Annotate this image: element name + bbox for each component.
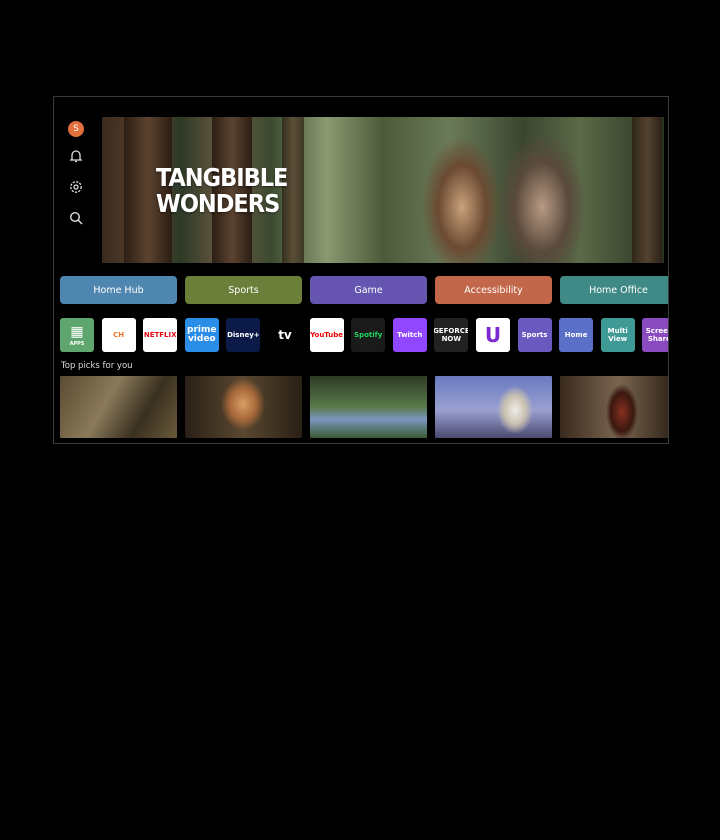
app-spotify[interactable]: Spotify <box>351 318 386 352</box>
section-title: Top picks for you <box>61 361 133 371</box>
content-thumbnail[interactable] <box>60 376 177 438</box>
app-label: Disney+ <box>227 331 260 339</box>
app-label: Spotify <box>354 331 383 339</box>
app-disney-[interactable]: Disney+ <box>226 318 261 352</box>
app-label: Twitch <box>397 331 423 339</box>
app-label: Home <box>564 331 588 339</box>
app-label: tv <box>278 328 292 342</box>
category-accessibility[interactable]: Accessibility <box>435 276 552 304</box>
app-prime-video[interactable]: prime video <box>184 318 219 352</box>
app-label: U <box>484 323 502 347</box>
app-home[interactable]: Home <box>559 318 594 352</box>
bell-icon[interactable] <box>68 148 84 164</box>
banner-title: TANGBIBLE WONDERS <box>156 163 288 218</box>
app-row: ▦ APPS CH NETFLIX prime video Disney+ tv YouTub… <box>60 318 669 352</box>
category-home-hub[interactable]: Home Hub <box>60 276 177 304</box>
gear-icon[interactable] <box>68 179 84 195</box>
app-label: Sports <box>521 331 548 339</box>
app-youtube[interactable]: YouTube <box>309 318 344 352</box>
top-picks-row <box>60 376 668 438</box>
content-thumbnail[interactable] <box>185 376 302 438</box>
app-netflix[interactable]: NETFLIX <box>143 318 178 352</box>
category-sports[interactable]: Sports <box>185 276 302 304</box>
grid-icon: ▦ <box>70 324 84 340</box>
app-label: Screen Share <box>645 327 669 343</box>
content-thumbnail[interactable] <box>560 376 668 438</box>
app-u[interactable]: U <box>475 318 510 352</box>
app-apps[interactable]: ▦ APPS <box>60 318 94 352</box>
content-thumbnail[interactable] <box>435 376 552 438</box>
content-thumbnail[interactable] <box>310 376 427 438</box>
search-icon[interactable] <box>68 210 84 226</box>
app-sports[interactable]: Sports <box>517 318 552 352</box>
category-home-office[interactable]: Home Office <box>560 276 668 304</box>
app-label: prime video <box>187 325 217 344</box>
sidebar: S <box>68 121 88 241</box>
hero-banner[interactable]: TANGBIBLE WONDERS <box>102 117 664 263</box>
app-label: NETFLIX <box>143 331 177 339</box>
app-label: CH <box>113 331 125 339</box>
app-twitch[interactable]: Twitch <box>392 318 427 352</box>
app-label: APPS <box>69 341 85 347</box>
app-label: GEFORCE NOW <box>434 327 469 343</box>
app-geforce-now[interactable]: GEFORCE NOW <box>434 318 469 352</box>
profile-avatar[interactable]: S <box>68 121 84 137</box>
app-tv[interactable]: tv <box>267 318 302 352</box>
app-ch[interactable]: CH <box>101 318 136 352</box>
tv-screen: S TANGBIBLE WONDERS Home Hub Sports Game Acc… <box>53 96 669 444</box>
app-label: Multi View <box>607 327 628 343</box>
category-row: Home Hub Sports Game Accessibility Home Offi… <box>60 276 668 304</box>
app-label: YouTube <box>310 331 344 339</box>
category-game[interactable]: Game <box>310 276 427 304</box>
app-screen-share[interactable]: Screen Share <box>642 318 669 352</box>
app-multi-view[interactable]: Multi View <box>600 318 635 352</box>
